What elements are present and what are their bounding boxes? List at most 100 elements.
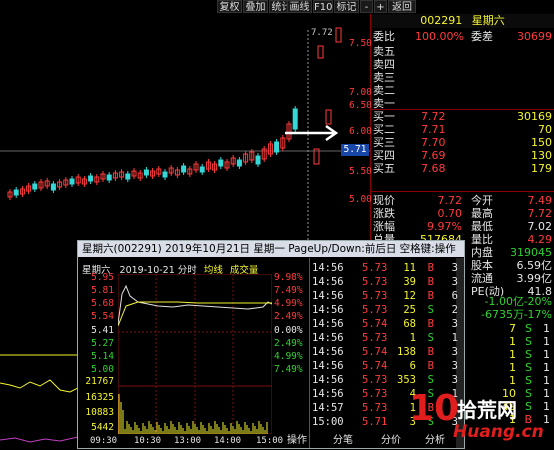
arrow-annotation bbox=[285, 124, 339, 142]
mini-tick-vol: 1 bbox=[509, 374, 516, 387]
candle-body bbox=[162, 171, 168, 178]
intraday-price-label: 5442 bbox=[91, 422, 114, 433]
quote-row: 涨幅 9.97% 最低 7.02 bbox=[371, 220, 554, 233]
sell-label: 卖五 bbox=[373, 45, 395, 58]
candle-body bbox=[13, 189, 19, 196]
tick-time: 14:56 bbox=[312, 318, 344, 330]
buy-volume: 30169 bbox=[517, 110, 552, 123]
intraday-pct-label: 7.49% bbox=[274, 285, 303, 296]
mark-button[interactable]: 标记 bbox=[334, 0, 359, 13]
tick-count: 1 bbox=[451, 332, 458, 344]
quote-label: 涨幅 bbox=[373, 220, 395, 233]
tick-count: 3 bbox=[451, 318, 458, 330]
intraday-pct-label: 4.99% bbox=[274, 351, 303, 362]
quote-value: 7.02 bbox=[527, 220, 553, 233]
quote-label: 今开 bbox=[471, 194, 493, 207]
buy-price: 7.69 bbox=[421, 149, 446, 162]
tick-count: 3 bbox=[451, 374, 458, 386]
tick-volume: 353 bbox=[397, 374, 416, 386]
buy-label: 买五 bbox=[373, 162, 395, 175]
tick-count: 3 bbox=[451, 346, 458, 358]
tick-volume: 25 bbox=[403, 304, 416, 316]
zoom-in-button[interactable]: + bbox=[374, 0, 387, 13]
tick-time: 14:57 bbox=[312, 402, 344, 414]
sell-label: 卖三 bbox=[373, 71, 395, 84]
buy-price: 7.70 bbox=[421, 136, 446, 149]
quote-value: 7.72 bbox=[527, 207, 553, 220]
tick-row: 14:56 5.74 6 B 3 bbox=[312, 359, 462, 374]
mini-tick-side: S bbox=[525, 322, 532, 335]
tick-time: 14:56 bbox=[312, 346, 344, 358]
intraday-pct-label: 2.49% bbox=[274, 311, 303, 322]
quote-value: 6.59亿 bbox=[516, 259, 553, 272]
fund-flow-pct: -17% bbox=[523, 308, 552, 321]
quote-value: 7.49 bbox=[527, 194, 553, 207]
intraday-price-label: 5.95 bbox=[91, 272, 114, 283]
stock-header: 002291 星期六 bbox=[371, 14, 554, 28]
popup-title-bar[interactable]: 星期六(002291) 2019年10月21日 星期一 PageUp/Down:… bbox=[78, 241, 464, 271]
price-axis-6-00: 6.00 bbox=[349, 126, 372, 137]
quote-value: 0.70 bbox=[437, 207, 463, 220]
mini-tick-side: S bbox=[525, 361, 532, 374]
overlay-button[interactable]: 叠加 bbox=[243, 0, 268, 13]
tick-side: B bbox=[427, 290, 434, 302]
tick-time: 15:00 bbox=[312, 416, 344, 428]
candle-body bbox=[50, 183, 56, 191]
intraday-pct-label: 4.99% bbox=[274, 298, 303, 309]
price-axis-5-50: 5.50 bbox=[349, 166, 372, 177]
tick-volume: 68 bbox=[403, 318, 416, 330]
f10-button[interactable]: F10 bbox=[313, 0, 333, 13]
buy-row: 买五 7.68 179 bbox=[371, 162, 554, 175]
candle-body bbox=[69, 178, 75, 185]
quote-label: 量比 bbox=[471, 233, 493, 246]
buy-row: 买三 7.70 150 bbox=[371, 136, 554, 149]
tick-row: 14:56 5.73 1 S 1 bbox=[312, 331, 462, 346]
tick-count: 3 bbox=[451, 360, 458, 372]
intraday-price-label: 5.27 bbox=[91, 338, 114, 349]
intraday-price-label: 10883 bbox=[85, 407, 114, 418]
tick-row: 14:56 5.73 12 B 6 bbox=[312, 289, 462, 304]
candles-group bbox=[7, 27, 342, 200]
tick-price: 5.73 bbox=[362, 290, 388, 302]
tick-count: 2 bbox=[451, 304, 458, 316]
tick-time: 14:56 bbox=[312, 360, 344, 372]
buy-row: 买二 7.71 70 bbox=[371, 123, 554, 136]
tick-price: 5.73 bbox=[362, 402, 388, 414]
fuquan-button[interactable]: 复权 bbox=[217, 0, 242, 13]
watermark-number: 10 bbox=[409, 388, 460, 429]
mini-tick-count: 1 bbox=[543, 348, 550, 361]
candle-body bbox=[88, 175, 94, 182]
quote-label: 最低 bbox=[471, 220, 493, 233]
price-axis-5-00: 5.00 bbox=[349, 194, 372, 205]
intraday-time-label: 14:00 bbox=[214, 436, 242, 446]
candle-body bbox=[125, 173, 131, 180]
tick-price: 5.74 bbox=[362, 346, 388, 358]
buy-label: 买二 bbox=[373, 123, 395, 136]
intraday-price-label: 5.00 bbox=[91, 364, 114, 375]
tab-price[interactable]: 分价 bbox=[381, 431, 401, 446]
tick-price: 5.71 bbox=[362, 416, 388, 428]
candle-body bbox=[317, 45, 324, 59]
tab-operate[interactable]: 操作 bbox=[287, 431, 307, 446]
tick-side: B bbox=[427, 262, 434, 274]
tick-row: 14:56 5.73 353 S 3 bbox=[312, 373, 462, 388]
watermark-sub: Huang.cn bbox=[453, 422, 544, 442]
tick-volume: 1 bbox=[409, 332, 416, 344]
intraday-pct-label: 9.98% bbox=[274, 272, 303, 283]
tick-side: B bbox=[427, 318, 434, 330]
intraday-time-label: 15:00 bbox=[256, 436, 284, 446]
quote-label: 最高 bbox=[471, 207, 493, 220]
current-price-tag: 5.71 bbox=[341, 144, 369, 156]
back-button[interactable]: 返回 bbox=[388, 0, 416, 13]
mini-tick-count: 1 bbox=[543, 335, 550, 348]
intraday-price-label: 21767 bbox=[85, 376, 114, 387]
intraday-svg bbox=[118, 274, 272, 434]
candle-body bbox=[32, 183, 38, 190]
draw-line-button[interactable]: 画线 bbox=[287, 0, 312, 13]
tick-volume: 39 bbox=[403, 276, 416, 288]
tick-row: 14:56 5.74 138 B 3 bbox=[312, 345, 462, 360]
tick-price: 5.73 bbox=[362, 276, 388, 288]
tab-ticks[interactable]: 分笔 bbox=[333, 431, 353, 446]
stock-name: 星期六 bbox=[471, 14, 505, 27]
zoom-out-button[interactable]: - bbox=[360, 0, 373, 13]
